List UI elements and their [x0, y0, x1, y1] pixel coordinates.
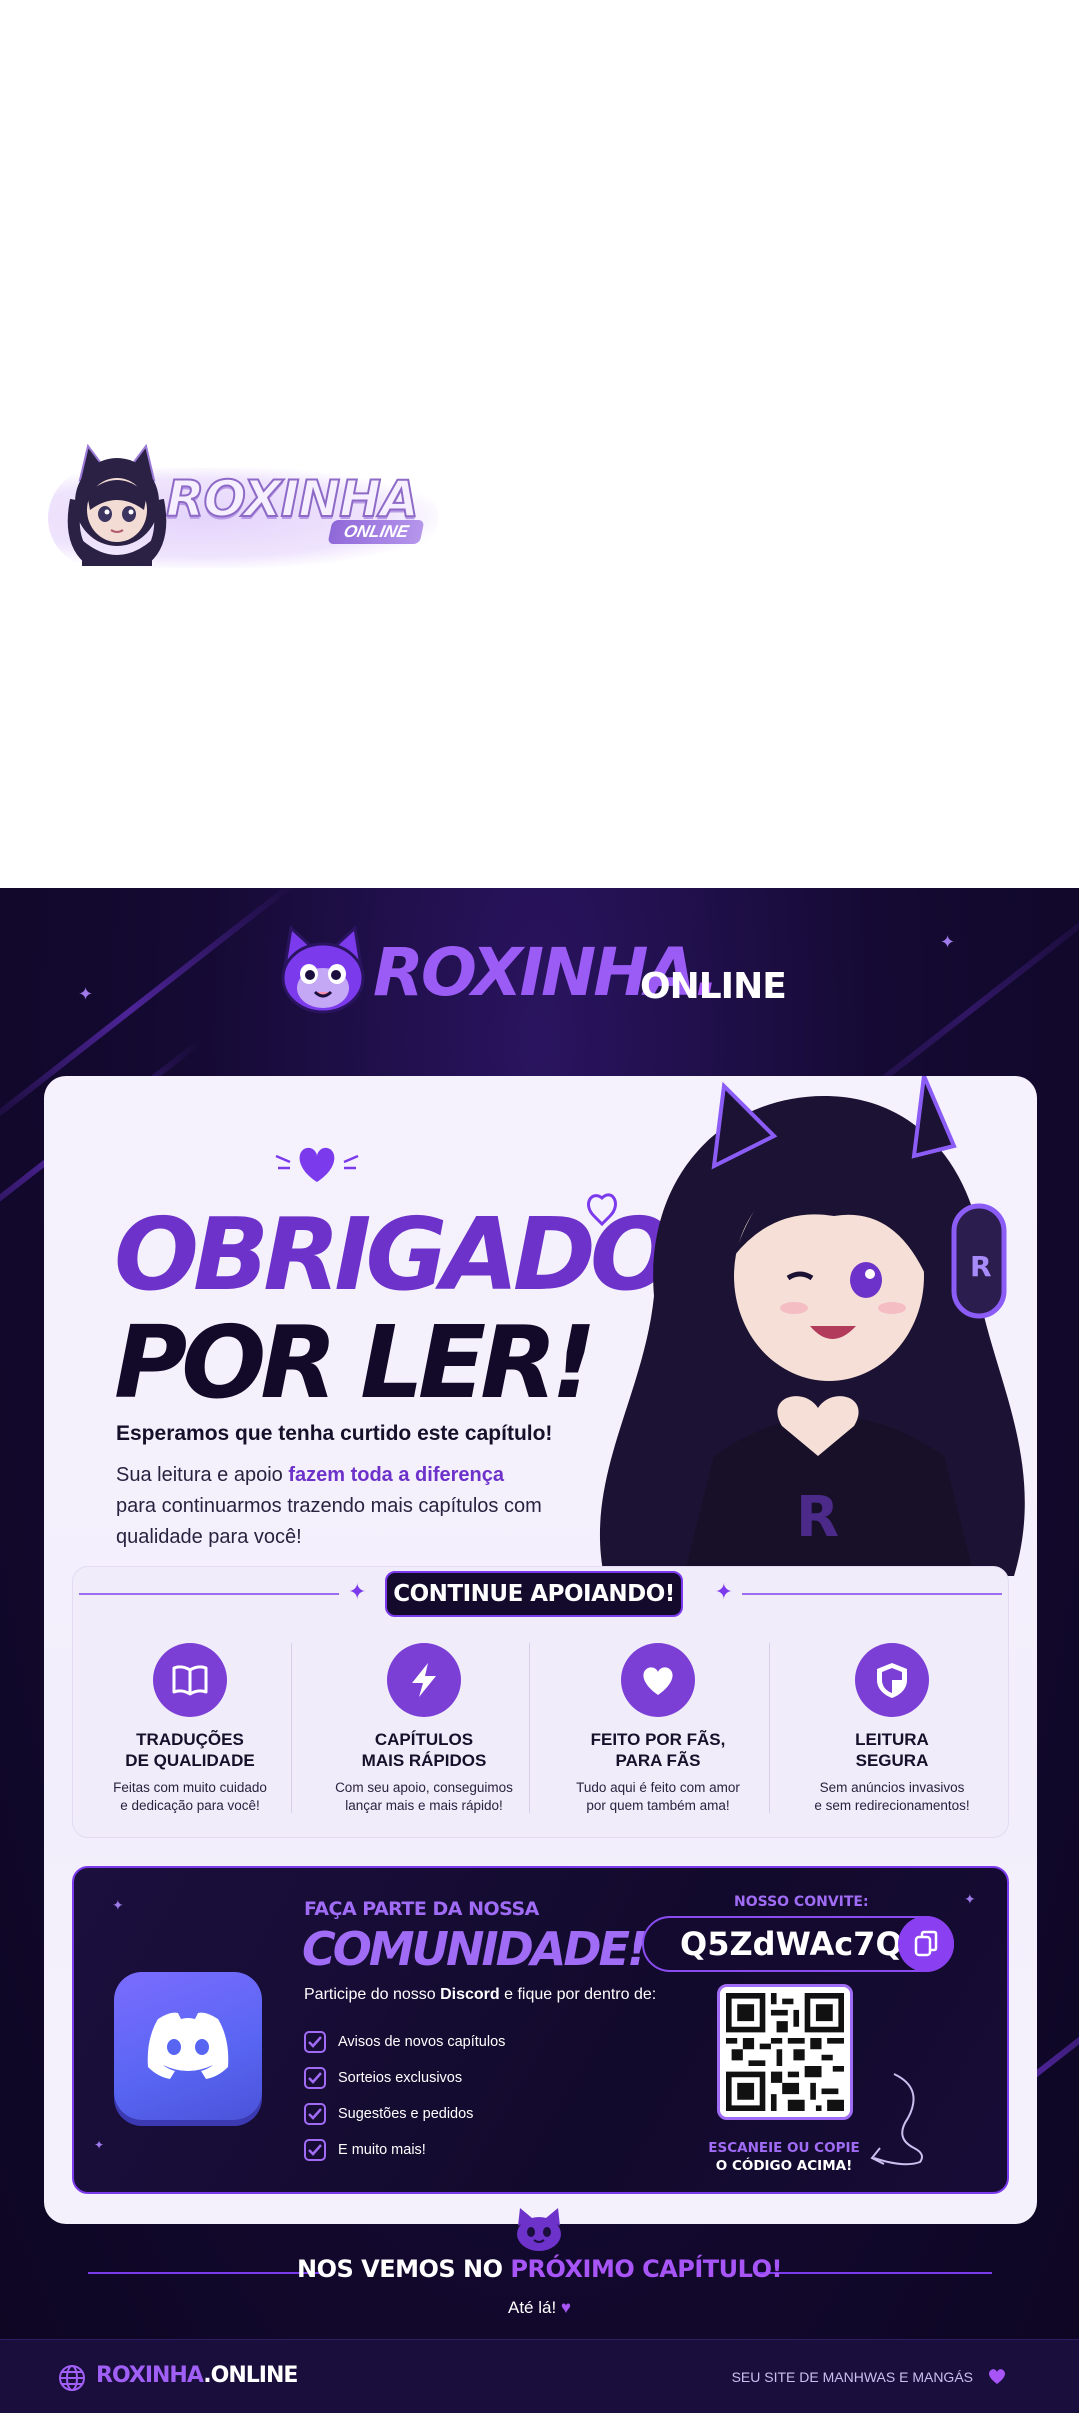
sparkle-icon: ✦: [940, 932, 956, 953]
sparkle-icon: ✦: [112, 1898, 124, 1914]
invite-label: NOSSO CONVITE:: [734, 1894, 869, 1910]
feature-quality: TRADUÇÕES DE QUALIDADE Feitas com muito …: [73, 1643, 307, 1823]
arrow-icon: [870, 2073, 923, 2166]
thanks-banner: ✦ ✦ ✦ ROXINHA. ONLINE OBRIGADO POR LER! …: [0, 888, 1079, 2413]
check-icon: [304, 2103, 326, 2125]
feature-fans: FEITO POR FÃS, PARA FÃS Tudo aqui é feit…: [541, 1643, 775, 1823]
feature-title: TRADUÇÕES DE QUALIDADE: [125, 1730, 255, 1770]
cat-icon: [517, 2208, 561, 2251]
copy-icon: [914, 1930, 938, 1957]
community-bullets: Avisos de novos capítulos Sorteios exclu…: [304, 2024, 505, 2168]
community-title: COMUNIDADE!: [302, 1922, 648, 1976]
community-invite-text: Participe do nosso Discord e fique por d…: [304, 1986, 657, 2003]
check-icon: [304, 2139, 326, 2161]
feature-title: CAPÍTULOS MAIS RÁPIDOS: [361, 1730, 487, 1770]
community-panel: ✦ ✦ ✦ FAÇA PARTE DA NOSSA COMUNIDADE! Pa…: [72, 1866, 1009, 2194]
shield-icon: [855, 1643, 929, 1717]
feature-desc: Com seu apoio, conseguimos lançar mais e…: [335, 1780, 513, 1813]
divider: [291, 1643, 292, 1813]
list-item: Sorteios exclusivos: [304, 2060, 505, 2096]
list-item: Sugestões e pedidos: [304, 2096, 505, 2132]
continue-supporting-badge: CONTINUE APOIANDO!: [385, 1571, 683, 1617]
qr-code-icon: [726, 1993, 844, 2111]
copy-button[interactable]: [898, 1916, 954, 1972]
book-icon: [153, 1643, 227, 1717]
thanks-card: OBRIGADO POR LER! Esperamos que tenha cu…: [44, 1076, 1037, 2224]
brand-header: ROXINHA. ONLINE: [275, 922, 815, 1022]
support-features: ✦ ✦ CONTINUE APOIANDO! TRADUÇÕES DE QUAL…: [72, 1566, 1009, 1838]
sparkle-icon: ✦: [94, 2138, 105, 2152]
feature-title: LEITURA SEGURA: [855, 1730, 929, 1770]
hope-text: Esperamos que tenha curtido este capítul…: [116, 1422, 553, 1445]
svg-text:R: R: [796, 1485, 839, 1550]
heart-decoration-icon: [275, 1147, 359, 1182]
scan-text-line2: O CÓDIGO ACIMA!: [715, 2158, 853, 2174]
footer-bar: ROXINHA.ONLINE SEU SITE DE MANHWAS E MAN…: [0, 2339, 1079, 2413]
footer-tagline: SEU SITE DE MANHWAS E MANGÁS: [731, 2369, 973, 2385]
chibi-mascot-icon: [67, 443, 167, 566]
divider: [742, 1593, 1002, 1595]
see-you-next-chapter: NOS VEMOS NO PRÓXIMO CAPÍTULO!: [297, 2255, 782, 2283]
check-icon: [304, 2067, 326, 2089]
check-icon: [304, 2031, 326, 2053]
sparkle-icon: ✦: [78, 984, 94, 1005]
invite-code[interactable]: Q5ZdWAc7Qr: [680, 1918, 918, 1970]
feature-title: FEITO POR FÃS, PARA FÃS: [590, 1730, 726, 1770]
scan-text-line1: ESCANEIE OU COPIE: [708, 2140, 860, 2156]
sparkle-icon: ✦: [964, 1892, 976, 1908]
top-logo: ROXINHA ONLINE: [48, 440, 438, 580]
farewell-text: Até lá! ♥: [507, 2298, 572, 2317]
svg-text:R: R: [970, 1250, 992, 1283]
sparkle-icon: ✦: [348, 1580, 367, 1605]
invite-code-field[interactable]: Q5ZdWAc7Qr: [642, 1916, 954, 1972]
brand-suffix: ONLINE: [640, 966, 787, 1007]
top-logo-sub: ONLINE: [327, 520, 425, 544]
feature-desc: Tudo aqui é feito com amor por quem tamb…: [576, 1780, 740, 1813]
globe-icon: [59, 2365, 85, 2391]
heart-icon: ♥: [560, 2298, 572, 2317]
support-text: Sua leitura e apoio fazem toda a diferen…: [116, 1464, 542, 1548]
feature-desc: Feitas com muito cuidado e dedicação par…: [113, 1780, 267, 1813]
divider: [79, 1593, 339, 1595]
character-illustration: R R: [587, 1076, 1025, 1576]
discord-logo-icon[interactable]: [114, 1972, 262, 2120]
sparkle-icon: ✦: [714, 1580, 733, 1605]
community-pretitle: FAÇA PARTE DA NOSSA: [304, 1898, 539, 1920]
feature-speed: CAPÍTULOS MAIS RÁPIDOS Com seu apoio, co…: [307, 1643, 541, 1823]
heart-icon: [989, 2369, 1005, 2384]
top-blank-area: ROXINHA ONLINE: [0, 0, 1079, 888]
heart-icon: [621, 1643, 695, 1717]
list-item: Avisos de novos capítulos: [304, 2024, 505, 2060]
footer-brand[interactable]: ROXINHA.ONLINE: [96, 2363, 298, 2388]
list-item: E muito mais!: [304, 2132, 505, 2168]
divider: [529, 1643, 530, 1813]
cat-mascot-icon: [281, 925, 365, 1014]
lightning-icon: [387, 1643, 461, 1717]
divider: [769, 1643, 770, 1813]
feature-desc: Sem anúncios invasivos e sem redireciona…: [814, 1780, 970, 1813]
qr-code[interactable]: [717, 1984, 853, 2120]
feature-safe: LEITURA SEGURA Sem anúncios invasivos e …: [775, 1643, 1009, 1823]
thanks-title-line2: POR LER!: [114, 1304, 597, 1421]
